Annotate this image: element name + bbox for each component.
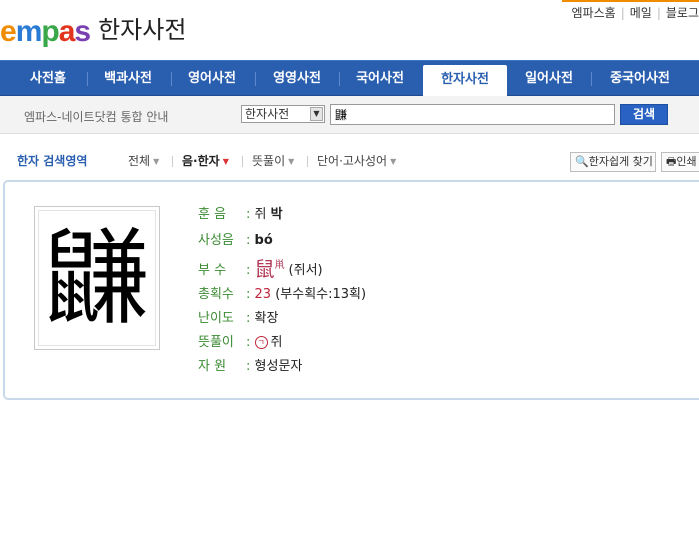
site-logo[interactable]: empas 한자사전 [0,10,187,48]
search-input[interactable] [330,104,615,125]
nav-english-english[interactable]: 영영사전 [256,61,338,96]
nav-japanese[interactable]: 일어사전 [508,61,590,96]
top-accent-bar [562,0,699,2]
top-link-blog[interactable]: 블로그 [666,6,699,20]
character-display: 鼸 [34,206,160,350]
row-pinyin: 사성음: bó [198,233,273,248]
top-links: 엠파스홈 | 메일 | 블로그 [571,6,699,20]
chevron-down-icon: ▼ [310,107,323,121]
nav-hanja-active[interactable]: 한자사전 [423,65,507,97]
empas-logo: empas [0,15,91,48]
row-meaning: 뜻풀이: ㄱ쥐 [198,335,283,350]
row-radical: 부 수: 鼠鼡 (쥐서) [198,257,323,281]
integration-notice[interactable]: 엠파스-네이트닷컴 통합 안내 [24,108,168,125]
radical-variant: 鼡 [274,260,285,271]
filter-all[interactable]: 전체 ▼ [128,152,159,169]
nav-korean[interactable]: 국어사전 [340,61,420,96]
row-origin: 자 원: 형성문자 [198,359,303,374]
filter-meaning[interactable]: 뜻풀이 ▼ [252,152,294,169]
dictionary-title: 한자사전 [98,16,187,44]
search-button[interactable]: 검색 [620,104,668,125]
magnifier-icon: 🔍 [575,155,589,168]
printer-icon: 🖶 [666,155,677,168]
radical-char[interactable]: 鼠 [255,257,275,281]
dictionary-select-value: 한자사전 [245,107,290,121]
top-link-mail[interactable]: 메일 [630,6,652,20]
stroke-count-link[interactable]: 23 [255,287,272,302]
row-hun-eum: 훈 음: 쥐 박 [198,207,283,222]
easy-find-button[interactable]: 🔍한자쉽게 찾기 [570,152,656,172]
top-link-home[interactable]: 엠파스홈 [572,6,616,20]
nav-chinese[interactable]: 중국어사전 [592,61,688,96]
filter-words-idioms[interactable]: 단어·고사성어 ▼ [317,152,396,169]
row-strokes: 총획수: 23 (부수획수:13획) [198,287,367,302]
filter-sound-hanja[interactable]: 음·한자 ▼ [182,152,229,169]
hanja-character: 鼸 [38,210,156,346]
nav-dict-home[interactable]: 사전홈 [10,61,86,96]
search-scope-label: 한자 검색영역 [17,154,88,168]
nav-encyclopedia[interactable]: 백과사전 [88,61,168,96]
print-button[interactable]: 🖶인쇄 [661,152,699,172]
nav-english[interactable]: 영어사전 [172,61,252,96]
row-difficulty: 난이도: 확장 [198,311,279,326]
main-nav: 사전홈 백과사전 영어사전 영영사전 국어사전 한자사전 일어사전 중국어사전 [0,60,699,97]
circled-marker: ㄱ [254,336,268,349]
dictionary-select[interactable]: 한자사전 ▼ [241,105,325,123]
